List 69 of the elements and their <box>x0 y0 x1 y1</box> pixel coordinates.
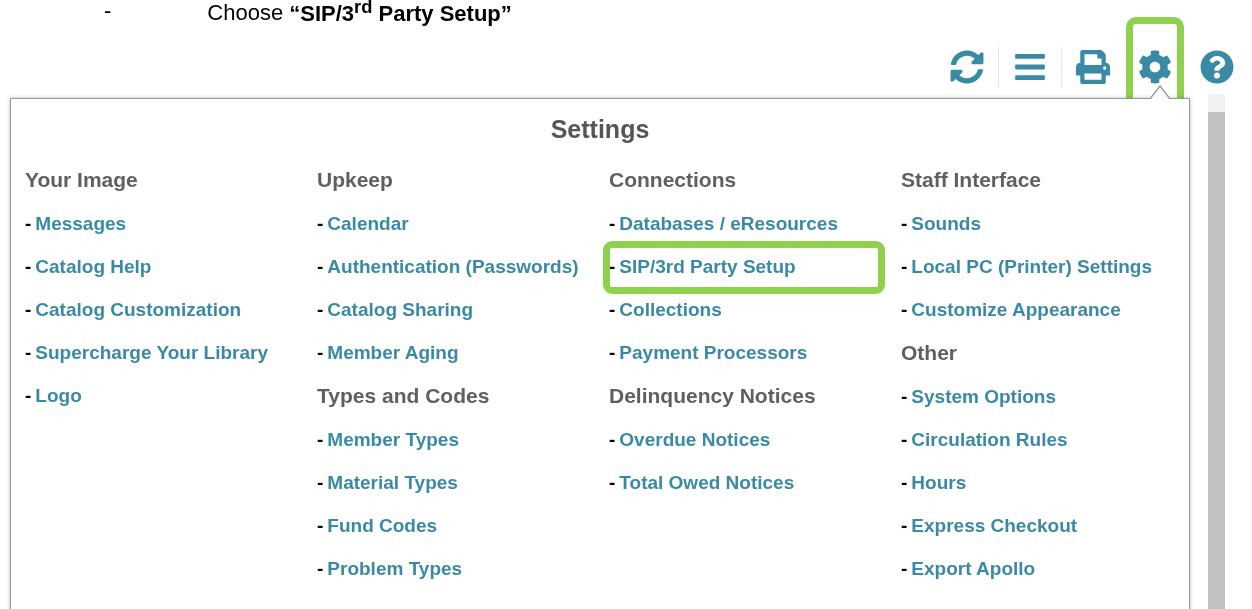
settings-link[interactable]: Catalog Help <box>35 255 152 278</box>
dash: - <box>901 255 908 278</box>
settings-link[interactable]: Material Types <box>327 471 458 494</box>
section-heading: Connections <box>609 167 738 193</box>
dash: - <box>317 212 324 235</box>
dash: - <box>901 428 908 451</box>
dash: - <box>609 471 616 494</box>
settings-link[interactable]: Supercharge Your Library <box>35 341 268 364</box>
dash: - <box>25 255 32 278</box>
dash: - <box>609 255 616 278</box>
dash: - <box>25 341 32 364</box>
settings-link[interactable]: Express Checkout <box>911 514 1078 537</box>
refresh-icon <box>950 50 984 84</box>
dash: - <box>317 557 324 580</box>
section-heading: Upkeep <box>317 167 394 193</box>
settings-link[interactable]: Overdue Notices <box>619 428 771 451</box>
settings-link[interactable]: Messages <box>35 212 127 235</box>
dash: - <box>901 212 908 235</box>
settings-link[interactable]: Problem Types <box>327 557 463 580</box>
dash: - <box>317 471 324 494</box>
bullet: - <box>104 0 112 24</box>
section-heading: Types and Codes <box>317 383 491 409</box>
dash: - <box>317 298 324 321</box>
dash: - <box>317 341 324 364</box>
dash: - <box>317 514 324 537</box>
settings-link[interactable]: System Options <box>911 385 1056 408</box>
settings-link[interactable]: Logo <box>35 384 82 407</box>
dash: - <box>609 428 616 451</box>
settings-link[interactable]: Member Aging <box>327 341 459 364</box>
dash: - <box>609 341 616 364</box>
settings-link[interactable]: Member Types <box>327 428 459 451</box>
scrollbar[interactable] <box>1208 94 1225 609</box>
panel-title: Settings <box>549 115 651 144</box>
settings-link[interactable]: Local PC (Printer) Settings <box>911 255 1153 278</box>
instruction-text: Choose “SIP/3$^{rd}$ Party Setup” <box>207 0 512 27</box>
settings-link[interactable]: Export Apollo <box>911 557 1036 580</box>
settings-link[interactable]: Catalog Customization <box>35 298 242 321</box>
settings-link[interactable]: Total Owed Notices <box>619 471 795 494</box>
settings-link[interactable]: Payment Processors <box>619 341 808 364</box>
dash: - <box>25 384 32 407</box>
settings-link[interactable]: Hours <box>911 471 967 494</box>
dash: - <box>609 298 616 321</box>
settings-link[interactable]: Customize Appearance <box>911 298 1121 321</box>
dash: - <box>901 514 908 537</box>
dash: - <box>901 471 908 494</box>
printer-icon <box>1076 50 1110 84</box>
dash: - <box>25 212 32 235</box>
settings-link[interactable]: Collections <box>619 298 722 321</box>
settings-link[interactable]: Sounds <box>911 212 981 235</box>
section-heading: Other <box>901 340 958 366</box>
settings-link[interactable]: Calendar <box>327 212 409 235</box>
section-heading: Your Image <box>25 167 139 193</box>
settings-link[interactable]: Catalog Sharing <box>327 298 473 321</box>
dash: - <box>609 212 616 235</box>
section-heading: Staff Interface <box>901 167 1043 193</box>
settings-icon <box>1138 50 1172 84</box>
section-heading: Delinquency Notices <box>609 383 817 409</box>
settings-link[interactable]: Fund Codes <box>327 514 438 537</box>
settings-link[interactable]: Databases / eResources <box>619 212 838 235</box>
dash: - <box>901 557 908 580</box>
dash: - <box>317 428 324 451</box>
dash: - <box>25 298 32 321</box>
settings-link[interactable]: SIP/3rd Party Setup <box>619 255 796 278</box>
dash: - <box>901 298 908 321</box>
dash: - <box>317 255 324 278</box>
settings-link[interactable]: Circulation Rules <box>911 428 1068 451</box>
dash: - <box>901 385 908 408</box>
settings-link[interactable]: Authentication (Passwords) <box>327 255 579 278</box>
help-icon <box>1200 50 1234 84</box>
